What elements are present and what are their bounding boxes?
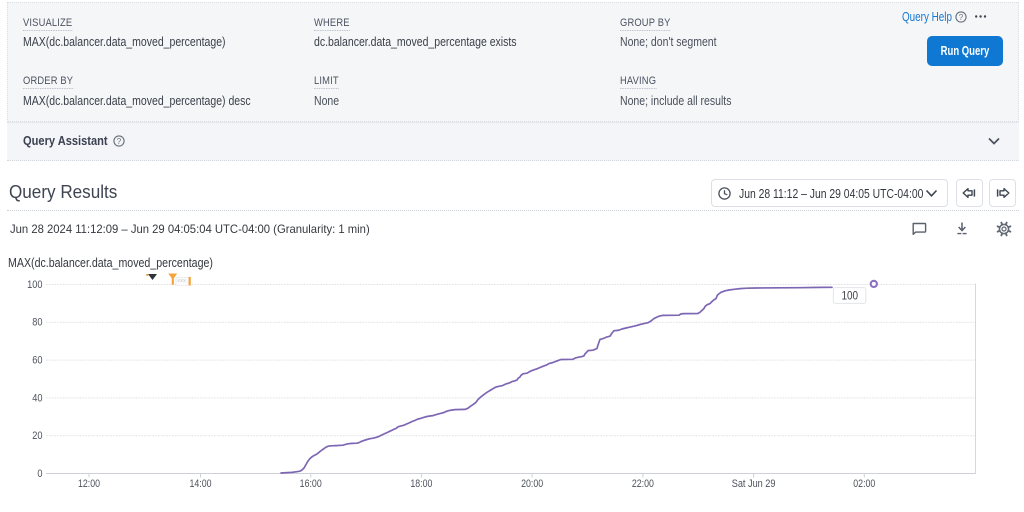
svg-text:80: 80 [32,317,43,329]
svg-text:Sat Jun 29: Sat Jun 29 [732,478,776,490]
svg-text:100: 100 [841,290,858,303]
svg-text:20:00: 20:00 [521,478,543,490]
svg-text:12:00: 12:00 [78,478,100,490]
svg-text:02:00: 02:00 [853,478,875,490]
svg-text:40: 40 [32,393,43,405]
svg-text:20: 20 [32,430,43,442]
svg-text:18:00: 18:00 [410,478,432,490]
svg-text:14:00: 14:00 [189,478,211,490]
svg-text:60: 60 [32,355,43,367]
svg-text:22:00: 22:00 [632,478,654,490]
svg-text:0: 0 [37,468,42,480]
svg-text:?: ? [959,13,964,22]
svg-text:?: ? [117,137,122,146]
svg-text:16:00: 16:00 [300,478,322,490]
svg-text:100: 100 [27,279,43,291]
